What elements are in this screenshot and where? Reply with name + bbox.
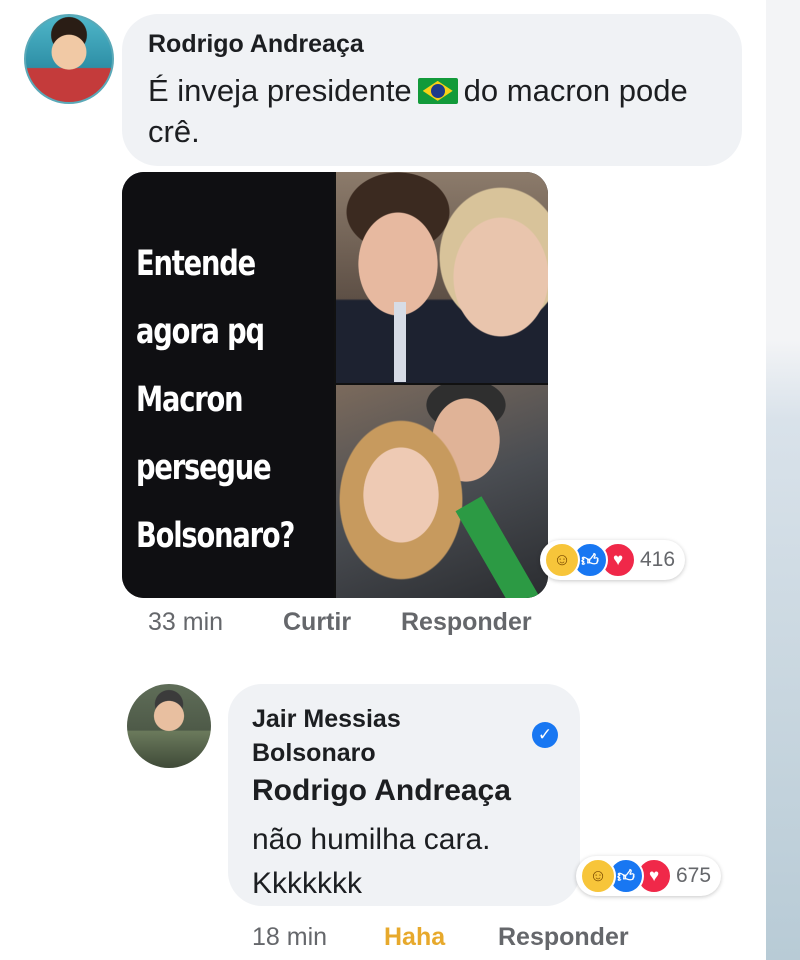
- comment-text-part-1: É inveja presidente: [148, 73, 412, 108]
- comment-text-rodrigo: É inveja presidente do macron pode crê.: [148, 70, 708, 152]
- meme-caption: Entende agora pq Macron persegue Bolsona…: [136, 244, 295, 556]
- comment-author-bolsonaro[interactable]: Jair Messias Bolsonaro: [252, 702, 512, 770]
- meme-text-panel: Entende agora pq Macron persegue Bolsona…: [122, 172, 334, 598]
- meme-photo-bottom: [336, 385, 548, 598]
- right-edge-background: [766, 0, 800, 960]
- haha-icon: ☺: [580, 858, 616, 894]
- mention-tag[interactable]: Rodrigo Andreaça: [252, 774, 511, 808]
- verified-badge-icon: ✓: [532, 722, 558, 748]
- haha-reaction-button[interactable]: Haha: [384, 923, 445, 952]
- comment-author-rodrigo[interactable]: Rodrigo Andreaça: [148, 30, 364, 59]
- meme-image[interactable]: Entende agora pq Macron persegue Bolsona…: [122, 172, 548, 598]
- meme-photo-top: [336, 172, 548, 383]
- brazil-flag-icon: [417, 77, 458, 104]
- reaction-summary-bolsonaro[interactable]: ☺ 👍︎ ♥ 675: [576, 856, 722, 896]
- comment-timestamp[interactable]: 33 min: [148, 608, 223, 637]
- reaction-count: 416: [640, 548, 676, 571]
- rodrigo-avatar[interactable]: [24, 14, 114, 104]
- reaction-summary-rodrigo[interactable]: ☺ 👍︎ ♥ 416: [540, 540, 686, 580]
- bolsonaro-avatar[interactable]: [127, 684, 211, 768]
- presidential-sash: [455, 496, 547, 598]
- comment-timestamp[interactable]: 18 min: [252, 923, 327, 952]
- like-button[interactable]: Curtir: [283, 608, 351, 637]
- comment-text-bolsonaro: não humilha cara. Kkkkkkk: [252, 823, 491, 900]
- haha-icon: ☺: [544, 542, 580, 578]
- reply-button[interactable]: Responder: [498, 923, 629, 952]
- reaction-count: 675: [676, 864, 712, 887]
- reply-button[interactable]: Responder: [401, 608, 532, 637]
